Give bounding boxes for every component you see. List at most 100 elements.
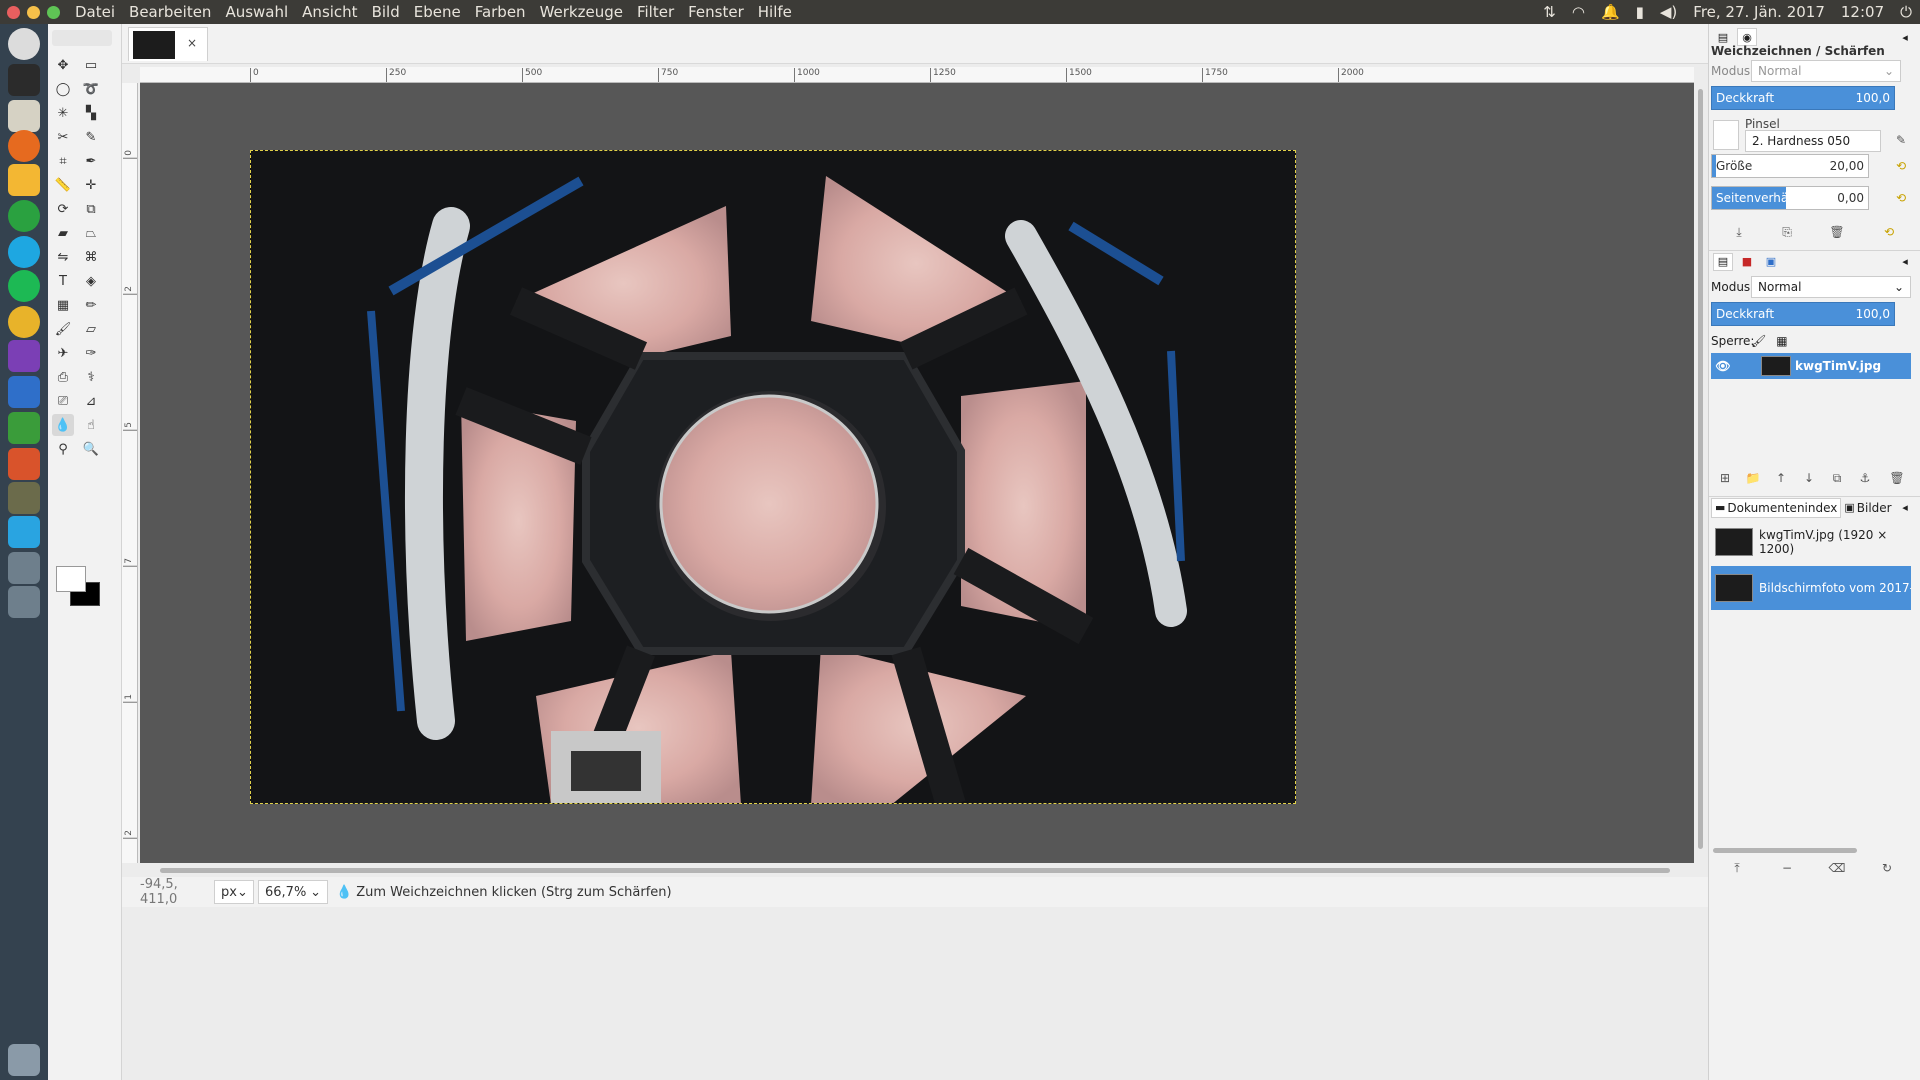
document-item[interactable]: kwgTimV.jpg (1920 × 1200) bbox=[1711, 520, 1911, 564]
image-canvas[interactable] bbox=[250, 150, 1296, 804]
new-layer-icon[interactable]: ⊞ bbox=[1715, 468, 1735, 488]
writer-icon[interactable] bbox=[8, 376, 40, 408]
network-icon[interactable]: ⇅ bbox=[1543, 3, 1556, 21]
document-panel-menu-icon[interactable]: ◂ bbox=[1895, 499, 1915, 517]
fuzzy-select-icon[interactable]: ✳ bbox=[52, 102, 74, 124]
horizontal-ruler[interactable]: 0 250 500 750 1000 1250 1500 1750 2000 bbox=[140, 67, 1694, 83]
files-icon[interactable] bbox=[8, 100, 40, 132]
smudge-icon[interactable]: ☝ bbox=[80, 414, 102, 436]
battery-icon[interactable]: ▮ bbox=[1636, 3, 1644, 21]
vertical-ruler[interactable]: 0 2 5 7 1 2 bbox=[122, 83, 138, 863]
refresh-icon[interactable]: ↻ bbox=[1877, 858, 1897, 878]
dodge-burn-icon[interactable]: ⚲ bbox=[52, 438, 74, 460]
wifi-icon[interactable]: ◠ bbox=[1572, 3, 1585, 21]
brush-preview[interactable] bbox=[1713, 120, 1739, 150]
terminal-icon[interactable] bbox=[8, 64, 40, 96]
rotate-icon[interactable]: ⟳ bbox=[52, 198, 74, 220]
color-picker-icon[interactable]: ⊿ bbox=[80, 390, 102, 412]
drive-icon-2[interactable] bbox=[8, 586, 40, 618]
restore-options-icon[interactable]: ⎘ bbox=[1777, 222, 1797, 242]
gimp-icon[interactable] bbox=[8, 482, 40, 514]
edit-brush-icon[interactable]: ✎ bbox=[1891, 130, 1911, 150]
time-label[interactable]: 12:07 bbox=[1841, 3, 1884, 21]
size-slider[interactable]: Größe 20,00 bbox=[1711, 154, 1869, 178]
menu-hilfe[interactable]: Hilfe bbox=[751, 3, 799, 21]
menu-ansicht[interactable]: Ansicht bbox=[295, 3, 364, 21]
layers-tab-icon[interactable]: ▤ bbox=[1713, 252, 1733, 271]
canvas-area[interactable] bbox=[140, 83, 1694, 863]
skype-icon[interactable] bbox=[8, 236, 40, 268]
zoom-icon[interactable]: 🔍 bbox=[80, 438, 102, 460]
email-icon[interactable] bbox=[8, 164, 40, 196]
aspect-ratio-slider[interactable]: Seitenverhältnis 0,00 bbox=[1711, 186, 1869, 210]
tool-opacity-slider[interactable]: Deckkraft 100,0 bbox=[1711, 86, 1895, 110]
crop-icon[interactable]: ⌗ bbox=[52, 150, 74, 172]
paths-tab-icon[interactable]: ▣ bbox=[1761, 253, 1781, 271]
menu-bearbeiten[interactable]: Bearbeiten bbox=[122, 3, 218, 21]
channels-tab-icon[interactable]: ■ bbox=[1737, 253, 1757, 271]
firefox-icon[interactable] bbox=[8, 130, 40, 162]
fg-bg-colors[interactable] bbox=[54, 564, 110, 610]
raise-layer-icon[interactable]: ↑ bbox=[1771, 468, 1791, 488]
close-icon[interactable]: × bbox=[187, 36, 197, 50]
horizontal-scrollbar[interactable] bbox=[140, 863, 1694, 877]
pencil-icon[interactable]: ✏ bbox=[80, 294, 102, 316]
app-icon[interactable] bbox=[8, 200, 40, 232]
measure-icon[interactable]: 📏 bbox=[52, 174, 74, 196]
cage-icon[interactable]: ⌘ bbox=[80, 246, 102, 268]
lasso-icon[interactable]: ➰ bbox=[80, 78, 102, 100]
perspective-clone-icon[interactable]: ⎚ bbox=[52, 390, 74, 412]
ubuntu-dash-icon[interactable] bbox=[8, 28, 40, 60]
move-tool-icon[interactable]: ✥ bbox=[52, 54, 74, 76]
duplicate-layer-icon[interactable]: ⧉ bbox=[1827, 468, 1847, 488]
export-icon[interactable]: ⤒ bbox=[1727, 858, 1747, 878]
remove-icon[interactable]: − bbox=[1777, 858, 1797, 878]
shear-icon[interactable]: ▰ bbox=[52, 222, 74, 244]
document-item[interactable]: Bildschirmfoto vom 2017-01-27 1 bbox=[1711, 566, 1911, 610]
spotify-icon[interactable] bbox=[8, 270, 40, 302]
menu-farben[interactable]: Farben bbox=[468, 3, 533, 21]
menu-werkzeuge[interactable]: Werkzeuge bbox=[533, 3, 630, 21]
delete-options-icon[interactable]: 🗑 bbox=[1827, 222, 1847, 242]
window-minimize-button[interactable] bbox=[27, 5, 40, 19]
vertical-scroll-thumb[interactable] bbox=[1698, 89, 1703, 849]
vertical-scrollbar[interactable] bbox=[1694, 83, 1708, 863]
lock-pixels-icon[interactable]: 🖌 bbox=[1751, 334, 1766, 348]
brush-field[interactable]: 2. Hardness 050 bbox=[1745, 130, 1881, 152]
layer-opacity-slider[interactable]: Deckkraft 100,0 bbox=[1711, 302, 1895, 326]
align-icon[interactable]: ✛ bbox=[80, 174, 102, 196]
layers-panel-menu-icon[interactable]: ◂ bbox=[1895, 253, 1915, 271]
rhythmbox-icon[interactable] bbox=[8, 306, 40, 338]
anchor-layer-icon[interactable]: ⚓ bbox=[1855, 468, 1875, 488]
scissors-icon[interactable]: ✂ bbox=[52, 126, 74, 148]
tab-document-index[interactable]: ▬ Dokumentenindex bbox=[1711, 497, 1842, 518]
reset-size-icon[interactable]: ⟲ bbox=[1891, 156, 1911, 176]
perspective-icon[interactable]: ⏢ bbox=[80, 222, 102, 244]
lock-alpha-icon[interactable]: ▦ bbox=[1776, 334, 1787, 348]
panel-menu-icon[interactable]: ◂ bbox=[1895, 28, 1915, 46]
lower-layer-icon[interactable]: ↓ bbox=[1799, 468, 1819, 488]
datetime-label[interactable]: Fre, 27. Jän. 2017 bbox=[1693, 3, 1825, 21]
impress-icon[interactable] bbox=[8, 448, 40, 480]
menu-ebene[interactable]: Ebene bbox=[407, 3, 468, 21]
layer-row[interactable]: 👁 kwgTimV.jpg bbox=[1711, 353, 1911, 379]
horizontal-scroll-thumb[interactable] bbox=[160, 868, 1670, 873]
menu-filter[interactable]: Filter bbox=[630, 3, 681, 21]
ink-icon[interactable]: ✑ bbox=[80, 342, 102, 364]
reset-options-icon[interactable]: ⟲ bbox=[1879, 222, 1899, 242]
text-tool-icon[interactable]: T bbox=[52, 270, 74, 292]
airbrush-icon[interactable]: ✈ bbox=[52, 342, 74, 364]
clear-icon[interactable]: ⌫ bbox=[1827, 858, 1847, 878]
reset-aspect-icon[interactable]: ⟲ bbox=[1891, 188, 1911, 208]
foreground-color-swatch[interactable] bbox=[56, 566, 86, 592]
document-scroll-thumb[interactable] bbox=[1713, 848, 1857, 853]
menu-fenster[interactable]: Fenster bbox=[681, 3, 751, 21]
calc-icon[interactable] bbox=[8, 412, 40, 444]
gradient-icon[interactable]: ▦ bbox=[52, 294, 74, 316]
flip-icon[interactable]: ⇋ bbox=[52, 246, 74, 268]
trash-icon[interactable] bbox=[8, 1044, 40, 1076]
color-select-icon[interactable]: ▚ bbox=[80, 102, 102, 124]
window-maximize-button[interactable] bbox=[47, 5, 60, 19]
layer-name[interactable]: kwgTimV.jpg bbox=[1795, 359, 1881, 373]
paths-icon[interactable]: ✒ bbox=[80, 150, 102, 172]
